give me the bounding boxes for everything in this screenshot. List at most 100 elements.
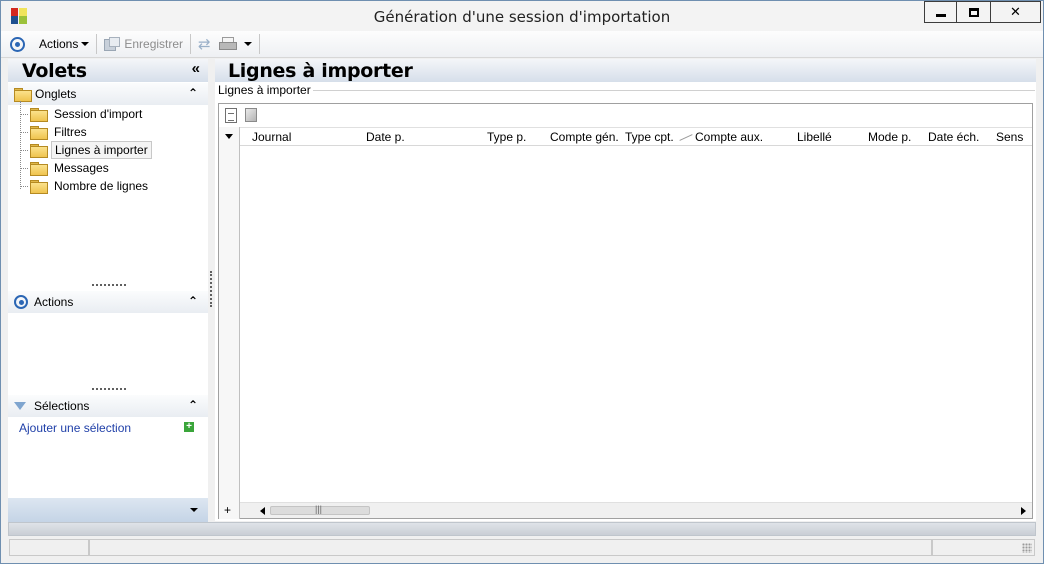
double-chevron-up-icon[interactable]: ⌃: [188, 86, 198, 100]
folder-icon: [30, 180, 48, 194]
column-header[interactable]: Mode p.: [868, 130, 911, 144]
folder-icon: [30, 108, 48, 122]
toolbar-separator: [258, 34, 260, 54]
grid-toolbar: [219, 104, 1032, 126]
main-panel-header: Lignes à importer: [215, 59, 1036, 82]
resize-grip-icon[interactable]: [1022, 543, 1032, 553]
bottom-panel-bar: [8, 522, 1036, 536]
section-resize-grip[interactable]: [92, 284, 126, 287]
selections-section-label: Sélections: [34, 399, 90, 413]
new-document-icon[interactable]: [225, 107, 237, 123]
add-row-icon[interactable]: +: [224, 503, 231, 517]
column-header[interactable]: Date p.: [366, 130, 405, 144]
status-cell: [932, 539, 1035, 556]
refresh-button[interactable]: ⇄: [194, 33, 215, 55]
tree-item-label: Session d'import: [54, 107, 143, 121]
column-header[interactable]: Type cpt.: [625, 130, 674, 144]
status-bar: [8, 538, 1036, 557]
refresh-icon: ⇄: [198, 35, 211, 53]
tree-item-label: Messages: [54, 161, 109, 175]
actions-circle-icon: [14, 295, 28, 309]
tree-item-session-import[interactable]: Session d'import: [8, 105, 208, 123]
scrollbar-thumb[interactable]: [270, 504, 370, 515]
side-panel-title: Volets: [22, 60, 87, 82]
tree-item-filtres[interactable]: Filtres: [8, 123, 208, 141]
maximize-icon: [968, 7, 979, 17]
side-panel: Volets « Onglets ⌃ Session d'import Filt…: [8, 59, 208, 522]
open-folder-icon: [30, 144, 48, 158]
actions-section-label: Actions: [34, 295, 74, 309]
row-header-column: [219, 127, 240, 519]
print-button[interactable]: [215, 33, 241, 55]
chevron-down-icon: [190, 508, 198, 512]
sort-indicator-icon: [679, 134, 693, 141]
tabs-tree: Session d'import Filtres Lignes à import…: [8, 105, 208, 195]
save-button[interactable]: Enregistrer: [100, 33, 187, 55]
folder-icon: [14, 88, 32, 102]
toolbar-separator: [96, 34, 98, 54]
main-toolbar: Actions Enregistrer ⇄: [1, 31, 1043, 58]
actions-circle-icon: [10, 36, 25, 52]
actions-section-header[interactable]: Actions ⌃: [8, 291, 208, 313]
collapse-panel-icon[interactable]: «: [192, 60, 200, 77]
actions-label: Actions: [39, 37, 79, 51]
tree-item-messages[interactable]: Messages: [8, 159, 208, 177]
title-bar: Génération d'une session d'importation ✕: [1, 1, 1043, 31]
tree-item-label: Lignes à importer: [51, 141, 152, 159]
column-header[interactable]: Sens: [996, 130, 1023, 144]
toolbar-separator: [190, 34, 192, 54]
page-title: Lignes à importer: [228, 60, 413, 82]
maximize-button[interactable]: [957, 1, 991, 23]
chevron-down-icon: [81, 42, 90, 46]
folder-icon: [30, 126, 48, 140]
status-cell: [9, 539, 89, 556]
side-panel-footer[interactable]: [8, 498, 208, 522]
print-options-button[interactable]: [241, 33, 256, 55]
column-header[interactable]: Type p.: [487, 130, 526, 144]
window-controls: ✕: [924, 1, 1041, 23]
column-header[interactable]: Compte gén.: [550, 130, 619, 144]
window-title: Génération d'une session d'importation: [373, 8, 671, 26]
column-header[interactable]: Compte aux.: [695, 130, 763, 144]
group-divider: [313, 90, 1035, 91]
tree-item-label: Nombre de lignes: [54, 179, 149, 193]
column-header[interactable]: Journal: [252, 130, 291, 144]
section-resize-grip[interactable]: [92, 388, 126, 391]
close-icon: ✕: [1010, 4, 1021, 20]
minimize-icon: [935, 13, 946, 17]
app-window: Génération d'une session d'importation ✕…: [0, 0, 1044, 564]
add-selection-link[interactable]: Ajouter une sélection: [19, 421, 131, 435]
main-panel: Lignes à importer Lignes à importer Jour…: [215, 59, 1036, 521]
side-panel-header: Volets «: [8, 59, 208, 82]
chevron-down-icon: [243, 42, 252, 46]
import-lines-grid: Journal Date p. Type p. Compte gén. Type…: [218, 103, 1033, 519]
tree-item-label: Filtres: [54, 125, 87, 139]
actions-menu-button[interactable]: Actions: [1, 33, 93, 55]
column-chooser-icon[interactable]: [225, 134, 233, 139]
grid-header: Journal Date p. Type p. Compte gén. Type…: [219, 127, 1032, 146]
tree-item-nombre-de-lignes[interactable]: Nombre de lignes: [8, 177, 208, 195]
status-cell: [89, 539, 932, 556]
image-icon[interactable]: [245, 108, 257, 122]
minimize-button[interactable]: [924, 1, 957, 23]
folder-icon: [30, 162, 48, 176]
add-icon[interactable]: +: [184, 422, 194, 432]
selections-section-header[interactable]: Sélections ⌃: [8, 395, 208, 417]
tree-item-lignes-a-importer[interactable]: Lignes à importer: [8, 141, 208, 159]
double-chevron-up-icon[interactable]: ⌃: [188, 398, 198, 412]
column-header[interactable]: Date éch.: [928, 130, 979, 144]
filter-icon: [14, 402, 26, 410]
scroll-right-icon[interactable]: [1021, 507, 1026, 515]
column-header[interactable]: Libellé: [797, 130, 832, 144]
save-icon: [104, 37, 121, 51]
group-label: Lignes à importer: [218, 83, 313, 97]
print-icon: [218, 37, 237, 51]
tabs-section-label: Onglets: [35, 87, 77, 101]
save-label: Enregistrer: [124, 37, 184, 51]
double-chevron-up-icon[interactable]: ⌃: [188, 294, 198, 308]
panel-splitter[interactable]: [210, 271, 212, 307]
close-button[interactable]: ✕: [991, 1, 1041, 23]
scroll-left-icon[interactable]: [260, 507, 265, 515]
horizontal-scrollbar[interactable]: +: [224, 502, 1032, 518]
tabs-section-header[interactable]: Onglets ⌃: [8, 83, 208, 105]
